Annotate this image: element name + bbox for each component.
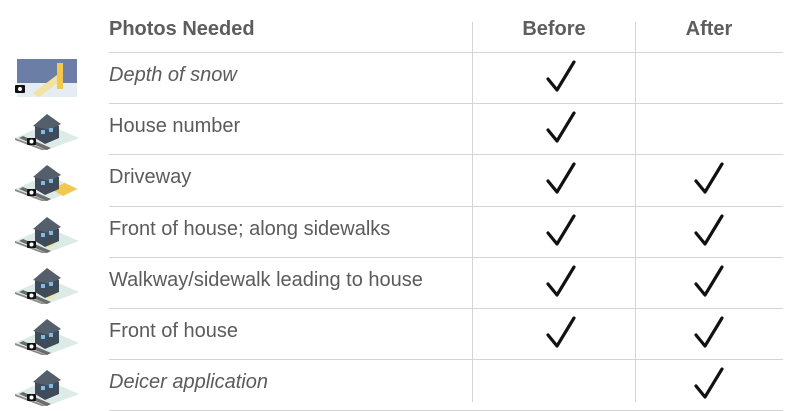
row-label: House number	[109, 115, 241, 137]
header-photos-needed: Photos Needed	[109, 18, 255, 40]
house-driveway-camera-icon	[13, 159, 81, 203]
table-header: Photos Needed Before After	[0, 0, 800, 52]
before-check-icon	[545, 110, 577, 146]
house-camera-icon	[13, 108, 81, 152]
house-walkway-camera-icon	[13, 262, 81, 306]
table-row: Depth of snow	[0, 52, 800, 103]
house-front-camera-icon	[13, 313, 81, 357]
header-before: Before	[522, 18, 586, 40]
table-row: Front of house	[0, 308, 800, 359]
house-sidewalk-camera-icon	[13, 211, 81, 255]
before-check-icon	[545, 315, 577, 351]
after-check-icon	[693, 264, 725, 300]
header-after: After	[685, 18, 733, 40]
after-check-icon	[693, 213, 725, 249]
table-row: Front of house; along sidewalks	[0, 206, 800, 257]
before-check-icon	[545, 213, 577, 249]
before-check-icon	[545, 264, 577, 300]
table-row: Driveway	[0, 154, 800, 205]
house-deicer-camera-icon	[13, 364, 81, 408]
table-row: Deicer application	[0, 359, 800, 410]
row-label: Deicer application	[109, 371, 268, 393]
row-label: Depth of snow	[109, 64, 237, 86]
after-check-icon	[693, 366, 725, 402]
row-label: Driveway	[109, 166, 192, 188]
table-row: House number	[0, 103, 800, 154]
row-label: Walkway/sidewalk leading to house	[109, 269, 423, 291]
after-check-icon	[693, 315, 725, 351]
after-check-icon	[693, 161, 725, 197]
before-check-icon	[545, 161, 577, 197]
row-label: Front of house	[109, 320, 238, 342]
table-row: Walkway/sidewalk leading to house	[0, 257, 800, 308]
before-check-icon	[545, 59, 577, 95]
snow-depth-camera-icon	[13, 57, 81, 99]
row-label: Front of house; along sidewalks	[109, 218, 391, 240]
